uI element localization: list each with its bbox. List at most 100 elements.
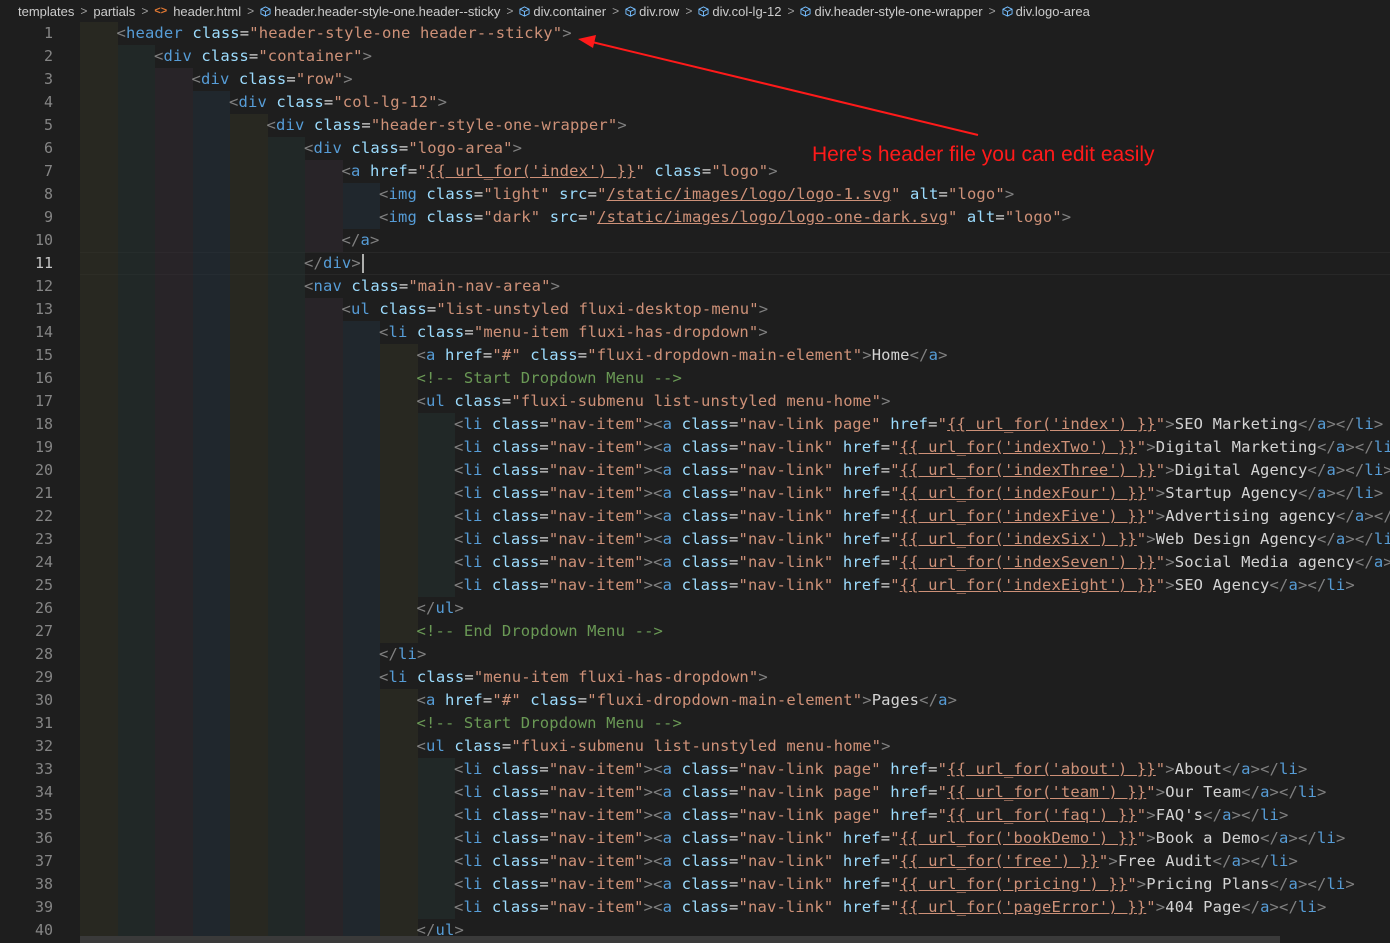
code-token: = — [729, 760, 739, 778]
code-line[interactable]: <li class="menu-item fluxi-has-dropdown"… — [379, 666, 768, 689]
indent-guide — [117, 620, 155, 643]
breadcrumb-item[interactable]: div.row — [625, 4, 679, 19]
line-number: 9 — [43, 208, 53, 226]
horizontal-scrollbar[interactable] — [80, 936, 1280, 943]
code-token: = — [880, 829, 891, 847]
code-token: Pricing Plans — [1146, 875, 1270, 893]
code-line[interactable]: <li class="nav-item"><a class="nav-link"… — [454, 436, 1390, 459]
breadcrumb-item[interactable]: div.header-style-one-wrapper — [800, 4, 983, 19]
breadcrumb-item[interactable]: div.container — [519, 4, 606, 19]
code-line[interactable]: </a> — [342, 229, 380, 252]
code-line[interactable]: <a href="#" class="fluxi-dropdown-main-e… — [417, 689, 958, 712]
code-line[interactable]: <li class="nav-item"><a class="nav-link"… — [454, 850, 1298, 873]
code-token: img — [388, 208, 417, 226]
code-token: = — [539, 829, 549, 847]
code-line[interactable]: <li class="nav-item"><a class="nav-link"… — [454, 574, 1355, 597]
code-line[interactable]: <li class="nav-item"><a class="nav-link … — [454, 781, 1326, 804]
indent-guide — [342, 321, 380, 344]
code-line[interactable]: <header class="header-style-one header--… — [117, 22, 572, 45]
code-line[interactable]: <ul class="list-unstyled fluxi-desktop-m… — [342, 298, 769, 321]
indent-guide — [267, 321, 305, 344]
code-token: class — [520, 691, 578, 709]
code-line[interactable]: <a href="{{ url_for('index') }}" class="… — [342, 160, 778, 183]
code-token: Web Design Agency — [1155, 530, 1317, 548]
code-line[interactable]: <li class="nav-item"><a class="nav-link"… — [454, 528, 1390, 551]
indent-guide — [305, 344, 343, 367]
code-line[interactable]: <ul class="fluxi-submenu list-unstyled m… — [417, 735, 891, 758]
code-token: ></ — [1269, 898, 1298, 916]
code-token: > — [1165, 760, 1175, 778]
code-token: </ — [1297, 484, 1317, 502]
code-token: "fluxi-submenu list-unstyled menu-home" — [511, 392, 882, 410]
code-token: = — [539, 507, 549, 525]
code-line[interactable]: <div class="logo-area"> — [304, 137, 522, 160]
code-line[interactable]: <li class="nav-item"><a class="nav-link"… — [454, 505, 1390, 528]
line-number: 40 — [34, 921, 53, 939]
code-line[interactable]: <div class="container"> — [154, 45, 372, 68]
indent-guide — [117, 850, 155, 873]
breadcrumb-item[interactable]: <> header.html — [154, 4, 241, 19]
code-line[interactable]: <li class="nav-item"><a class="nav-link"… — [454, 896, 1326, 919]
indent-guide — [342, 367, 380, 390]
breadcrumb-item[interactable]: templates — [0, 4, 74, 19]
indent-guide — [117, 344, 155, 367]
code-line[interactable]: <li class="nav-item"><a class="nav-link … — [454, 413, 1383, 436]
code-line[interactable]: <li class="nav-item"><a class="nav-link"… — [454, 873, 1355, 896]
code-token: = — [464, 668, 474, 686]
code-line[interactable]: <img class="dark" src="/static/images/lo… — [379, 206, 1071, 229]
code-token: class — [341, 139, 399, 157]
code-token: >< — [643, 484, 663, 502]
code-line[interactable]: <div class="row"> — [192, 68, 353, 91]
code-token: = — [482, 691, 493, 709]
indent-guide — [117, 91, 155, 114]
code-line[interactable]: <li class="nav-item"><a class="nav-link"… — [454, 459, 1390, 482]
indent-guide — [267, 643, 305, 666]
code-token: </ — [1307, 461, 1327, 479]
indent-guide — [417, 781, 455, 804]
code-line[interactable]: <li class="nav-item"><a class="nav-link"… — [454, 551, 1390, 574]
indent-guide — [155, 850, 193, 873]
code-token: {{ url_for('faq') }} — [947, 806, 1137, 824]
code-line[interactable]: <a href="#" class="fluxi-dropdown-main-e… — [417, 344, 948, 367]
code-line[interactable]: <!-- Start Dropdown Menu --> — [417, 367, 683, 390]
breadcrumb-item[interactable]: div.logo-area — [1002, 4, 1090, 19]
breadcrumb-item[interactable]: div.col-lg-12 — [698, 4, 781, 19]
code-line[interactable]: <li class="nav-item"><a class="nav-link … — [454, 758, 1308, 781]
code-line[interactable]: <li class="menu-item fluxi-has-dropdown"… — [379, 321, 768, 344]
code-token: class — [672, 875, 730, 893]
breadcrumb-item[interactable]: partials — [93, 4, 135, 19]
code-line[interactable]: </div> — [304, 252, 361, 275]
indent-guide — [380, 712, 418, 735]
line-number: 28 — [34, 645, 53, 663]
code-line[interactable]: <li class="nav-item"><a class="nav-link"… — [454, 482, 1383, 505]
code-line[interactable]: <li class="nav-item"><a class="nav-link"… — [454, 827, 1345, 850]
code-line[interactable]: <ul class="fluxi-submenu list-unstyled m… — [417, 390, 891, 413]
code-line[interactable]: </li> — [379, 643, 426, 666]
code-token: = — [880, 461, 891, 479]
indent-guide — [155, 436, 193, 459]
code-token: < — [416, 346, 426, 364]
code-token: "nav-link page" — [738, 760, 881, 778]
code-token: a — [1231, 852, 1242, 870]
code-line[interactable]: <!-- End Dropdown Menu --> — [417, 620, 664, 643]
code-line[interactable]: <nav class="main-nav-area"> — [304, 275, 560, 298]
code-line[interactable]: <li class="nav-item"><a class="nav-link … — [454, 804, 1289, 827]
code-token: "nav-link" — [738, 576, 834, 594]
code-line[interactable]: <img class="light" src="/static/images/l… — [379, 183, 1014, 206]
code-token: "#" — [492, 691, 521, 709]
code-token: " — [1136, 829, 1147, 847]
code-editor[interactable]: <header class="header-style-one header--… — [80, 22, 1390, 943]
code-line[interactable]: <div class="header-style-one-wrapper"> — [267, 114, 627, 137]
code-token: a — [662, 852, 673, 870]
breadcrumb-item[interactable]: header.header-style-one.header--sticky — [260, 4, 500, 19]
indent-guide — [117, 252, 155, 275]
breadcrumb-separator: > — [988, 4, 996, 18]
line-number: 30 — [34, 691, 53, 709]
indent-guide — [80, 298, 118, 321]
code-line[interactable]: </ul> — [417, 597, 464, 620]
code-line[interactable]: <div class="col-lg-12"> — [229, 91, 447, 114]
code-token: {{ url_for('index') }} — [947, 415, 1156, 433]
code-token: li — [463, 461, 483, 479]
code-line[interactable]: <!-- Start Dropdown Menu --> — [417, 712, 683, 735]
code-token: {{ url_for('indexFive') }} — [899, 507, 1147, 525]
